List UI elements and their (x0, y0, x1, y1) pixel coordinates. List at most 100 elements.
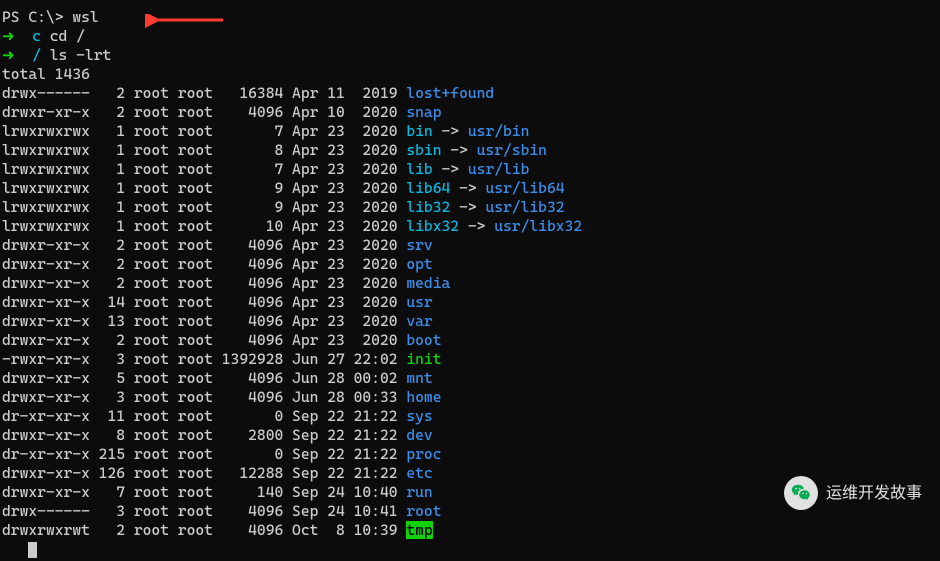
ls-row: dr-xr-xr-x 215 root root 0 Sep 22 21:22 … (2, 445, 938, 464)
ls-time: 00:02 (345, 369, 398, 387)
ls-size: 9 (213, 198, 283, 216)
ls-owner: root (125, 274, 169, 292)
ls-symlink-arrow: -> (433, 160, 468, 178)
ls-group: root (169, 483, 213, 501)
ls-perm: drwxrwxrwt (2, 521, 90, 539)
ls-row: drwxr-xr-x 13 root root 4096 Apr 23 2020… (2, 312, 938, 331)
ls-links: 1 (90, 198, 125, 216)
ls-time: 2020 (345, 331, 398, 349)
ls-month: Jun (283, 350, 318, 368)
ls-size: 16384 (213, 84, 283, 102)
ls-perm: drwxr-xr-x (2, 255, 90, 273)
ls-links: 1 (90, 217, 125, 235)
ls-row: drwxr-xr-x 14 root root 4096 Apr 23 2020… (2, 293, 938, 312)
ls-name: libx32 (406, 217, 459, 235)
ls-time: 21:22 (345, 464, 398, 482)
ls-time: 2020 (345, 255, 398, 273)
ls-name: root (406, 502, 441, 520)
ls-owner: root (125, 217, 169, 235)
ls-owner: root (125, 483, 169, 501)
ls-day: 22 (318, 464, 344, 482)
ls-group: root (169, 160, 213, 178)
ls-time: 00:33 (345, 388, 398, 406)
ls-row: drwxr-xr-x 2 root root 4096 Apr 23 2020 … (2, 236, 938, 255)
ls-size: 10 (213, 217, 283, 235)
ls-links: 2 (90, 331, 125, 349)
ls-group: root (169, 198, 213, 216)
ls-group: root (169, 445, 213, 463)
ls-time: 2020 (345, 160, 398, 178)
ls-day: 28 (318, 369, 344, 387)
ls-target: usr/lib64 (485, 179, 564, 197)
ls-perm: lrwxrwxrwx (2, 179, 90, 197)
ls-name: home (406, 388, 441, 406)
ls-owner: root (125, 122, 169, 140)
ls-name: proc (406, 445, 441, 463)
ls-time: 2020 (345, 103, 398, 121)
ls-month: Apr (283, 141, 318, 159)
ls-time: 21:22 (345, 445, 398, 463)
ls-symlink-arrow: -> (441, 141, 476, 159)
ls-size: 140 (213, 483, 283, 501)
ls-size: 4096 (213, 331, 283, 349)
ls-size: 4096 (213, 388, 283, 406)
ls-links: 5 (90, 369, 125, 387)
ls-name: media (406, 274, 450, 292)
ls-month: Apr (283, 179, 318, 197)
prompt-cursor-line[interactable] (2, 540, 938, 561)
ls-day: 23 (318, 122, 344, 140)
ls-row: drwx------ 2 root root 16384 Apr 11 2019… (2, 84, 938, 103)
ls-name: srv (406, 236, 432, 254)
ls-perm: drwx------ (2, 502, 90, 520)
ls-time: 2020 (345, 217, 398, 235)
ls-day: 22 (318, 407, 344, 425)
ls-row: lrwxrwxrwx 1 root root 7 Apr 23 2020 lib… (2, 160, 938, 179)
ls-size: 4096 (213, 369, 283, 387)
ls-row: dr-xr-xr-x 11 root root 0 Sep 22 21:22 s… (2, 407, 938, 426)
prompt-cwd: / (32, 46, 41, 64)
ls-target: usr/sbin (477, 141, 547, 159)
ls-group: root (169, 179, 213, 197)
ls-size: 4096 (213, 521, 283, 539)
ls-group: root (169, 274, 213, 292)
ls-owner: root (125, 312, 169, 330)
ls-perm: lrwxrwxrwx (2, 160, 90, 178)
ls-group: root (169, 350, 213, 368)
prompt-line-ps: PS C:\> wsl (2, 8, 938, 27)
ls-row: drwxr-xr-x 8 root root 2800 Sep 22 21:22… (2, 426, 938, 445)
ls-perm: drwxr-xr-x (2, 312, 90, 330)
ls-time: 2020 (345, 236, 398, 254)
ls-links: 3 (90, 502, 125, 520)
ls-owner: root (125, 141, 169, 159)
ls-time: 10:39 (345, 521, 398, 539)
ls-day: 23 (318, 217, 344, 235)
ls-day: 23 (318, 312, 344, 330)
ls-size: 4096 (213, 274, 283, 292)
ls-month: Apr (283, 236, 318, 254)
ls-month: Apr (283, 122, 318, 140)
ls-month: Apr (283, 274, 318, 292)
ls-row: lrwxrwxrwx 1 root root 8 Apr 23 2020 sbi… (2, 141, 938, 160)
ls-size: 0 (213, 445, 283, 463)
ls-name: var (406, 312, 432, 330)
cursor[interactable] (28, 542, 37, 558)
ls-name: lib64 (406, 179, 450, 197)
ls-time: 21:22 (345, 426, 398, 444)
ls-month: Sep (283, 464, 318, 482)
ls-name: etc (406, 464, 432, 482)
command-cd: cd / (50, 27, 85, 45)
ls-day: 27 (318, 350, 344, 368)
ls-links: 8 (90, 426, 125, 444)
ls-perm: drwxr-xr-x (2, 464, 90, 482)
ls-links: 2 (90, 103, 125, 121)
ls-day: 24 (318, 483, 344, 501)
ls-name: sys (406, 407, 432, 425)
ls-time: 22:02 (345, 350, 398, 368)
ls-name: usr (406, 293, 432, 311)
ps-prompt: PS C:\> (2, 8, 72, 26)
ls-time: 10:40 (345, 483, 398, 501)
ls-owner: root (125, 445, 169, 463)
ls-name: lib32 (406, 198, 450, 216)
prompt-cwd: c (32, 27, 41, 45)
ls-owner: root (125, 103, 169, 121)
